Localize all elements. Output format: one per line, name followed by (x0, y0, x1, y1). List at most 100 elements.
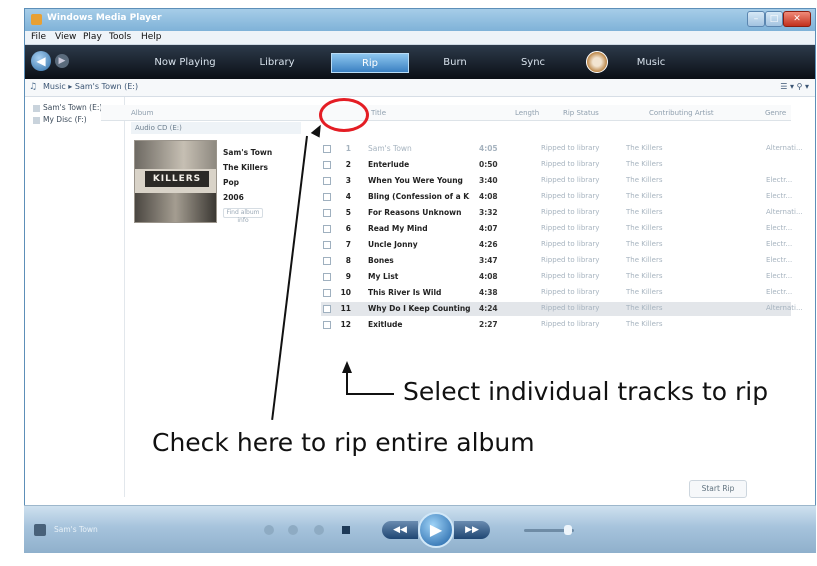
annotation-check-album: Check here to rip entire album (152, 428, 535, 457)
table-row[interactable]: 5 For Reasons Unknown 3:32 Ripped to librar… (321, 206, 803, 220)
track-rip-status: Ripped to library (541, 288, 600, 296)
track-checkbox[interactable] (323, 289, 331, 297)
track-rip-status: Ripped to library (541, 224, 600, 232)
track-rip-status: Ripped to library (541, 160, 600, 168)
tab-sync[interactable]: Sync (507, 53, 559, 73)
track-rip-status: Ripped to library (541, 304, 600, 312)
tab-rip[interactable]: Rip (331, 53, 409, 73)
tab-now-playing[interactable]: Now Playing (145, 53, 225, 73)
track-title: My List (368, 272, 399, 281)
column-album[interactable]: Album (131, 109, 153, 117)
track-checkbox[interactable] (323, 193, 331, 201)
table-row[interactable]: 11 Why Do I Keep Counting? 4:24 Ripped to l… (321, 302, 803, 316)
column-title[interactable]: Title (371, 109, 386, 117)
sidebar-item-sams-town[interactable]: Sam's Town (E:) (33, 103, 102, 112)
find-album-info-button[interactable]: Find album info (223, 208, 263, 224)
track-checkbox[interactable] (323, 225, 331, 233)
breadcrumb[interactable]: Music ▸ Sam's Town (E:) (43, 82, 138, 91)
table-row[interactable]: 3 When You Were Young 3:40 Ripped to librar… (321, 174, 792, 188)
track-length: 0:50 (479, 160, 498, 169)
track-artist: The Killers (626, 144, 663, 152)
menu-play[interactable]: Play (83, 32, 102, 42)
media-player-icon (31, 14, 42, 25)
track-artist: The Killers (626, 272, 663, 280)
track-rip-status: Ripped to library (541, 208, 600, 216)
tab-library[interactable]: Library (247, 53, 307, 73)
track-checkbox[interactable] (323, 177, 331, 185)
column-rip-status[interactable]: Rip Status (563, 109, 599, 117)
track-artist: The Killers (626, 240, 663, 248)
album-art: KILLERS (134, 140, 217, 223)
album-art-title: KILLERS (145, 171, 209, 187)
track-checkbox[interactable] (323, 209, 331, 217)
table-row[interactable]: 9 My List 4:08 Ripped to library The Killers… (321, 270, 793, 284)
column-length[interactable]: Length (515, 109, 539, 117)
track-checkbox[interactable] (323, 305, 331, 313)
close-button[interactable]: ✕ (783, 11, 811, 27)
track-title: Enterlude (368, 160, 410, 169)
track-title: Sam's Town (368, 144, 412, 153)
track-genre: Electr... (766, 256, 793, 264)
track-checkbox[interactable] (323, 273, 331, 281)
track-genre: Electr... (766, 272, 793, 280)
track-checkbox[interactable] (323, 145, 331, 153)
track-checkbox[interactable] (323, 257, 331, 265)
menu-file[interactable]: File (31, 32, 46, 42)
track-genre: Alternati... (766, 208, 803, 216)
track-length: 3:47 (479, 256, 498, 265)
sidebar-item-my-disc[interactable]: My Disc (F:) (33, 115, 87, 124)
table-row[interactable]: 10 This River Is Wild 4:38 Ripped to librar… (321, 286, 792, 300)
maximize-button[interactable]: □ (765, 11, 783, 27)
track-title: Uncle Jonny (368, 240, 418, 249)
track-checkbox[interactable] (323, 161, 331, 169)
forward-arrow-icon[interactable]: ▶ (55, 54, 69, 68)
minimize-button[interactable]: – (747, 11, 765, 27)
disc-icon (33, 116, 40, 124)
track-title: Exitlude (368, 320, 403, 329)
track-number: 4 (345, 192, 351, 201)
window-title: Windows Media Player (47, 13, 162, 23)
track-length: 4:05 (479, 144, 498, 153)
track-rip-status: Ripped to library (541, 144, 600, 152)
track-title: For Reasons Unknown (368, 208, 462, 217)
menu-tools[interactable]: Tools (109, 32, 131, 42)
album-title: Sam's Town (223, 148, 273, 157)
track-number: 8 (345, 256, 351, 265)
online-store-icon[interactable] (586, 51, 608, 73)
table-row[interactable]: 2 Enterlude 0:50 Ripped to library The Kille… (321, 158, 791, 172)
back-arrow-icon[interactable]: ◀ (31, 51, 51, 71)
address-bar: ♫ Music ▸ Sam's Town (E:) ☰ ▾ ⚲ ▾ (25, 79, 815, 97)
table-row[interactable]: 4 Bling (Confession of a K... 4:08 Ripped t… (321, 190, 792, 204)
menu-view[interactable]: View (55, 32, 76, 42)
track-checkbox[interactable] (323, 241, 331, 249)
table-row[interactable]: 8 Bones 3:47 Ripped to library The Killers El… (321, 254, 793, 268)
table-row[interactable]: 12 Exitlude 2:27 Ripped to library The Kille… (321, 318, 791, 332)
track-genre: Electr... (766, 240, 793, 248)
arrow-line-tracks-horizontal (346, 393, 394, 395)
track-length: 4:24 (479, 304, 498, 313)
menu-help[interactable]: Help (141, 32, 162, 42)
start-rip-button[interactable]: Start Rip (689, 480, 747, 498)
column-genre[interactable]: Genre (765, 109, 786, 117)
column-contributing-artist[interactable]: Contributing Artist (649, 109, 714, 117)
tab-music[interactable]: Music (623, 53, 679, 73)
track-checkbox[interactable] (323, 321, 331, 329)
track-number: 9 (345, 272, 351, 281)
tab-burn[interactable]: Burn (429, 53, 481, 73)
track-length: 4:08 (479, 272, 498, 281)
track-artist: The Killers (626, 320, 663, 328)
title-bar: Windows Media Player – □ ✕ (25, 9, 815, 31)
table-row[interactable]: 7 Uncle Jonny 4:26 Ripped to library The Kil… (321, 238, 793, 252)
annotation-select-tracks: Select individual tracks to rip (403, 377, 769, 406)
track-artist: The Killers (626, 256, 663, 264)
track-length: 4:26 (479, 240, 498, 249)
track-rip-status: Ripped to library (541, 240, 600, 248)
track-title: Read My Mind (368, 224, 428, 233)
track-rip-status: Ripped to library (541, 320, 600, 328)
track-length: 4:07 (479, 224, 498, 233)
track-rip-status: Ripped to library (541, 256, 600, 264)
table-row[interactable]: 1 Sam's Town 4:05 Ripped to library The Kill… (321, 142, 803, 156)
track-number: 2 (345, 160, 351, 169)
view-options[interactable]: ☰ ▾ ⚲ ▾ (780, 82, 809, 91)
table-row[interactable]: 6 Read My Mind 4:07 Ripped to library The Ki… (321, 222, 792, 236)
